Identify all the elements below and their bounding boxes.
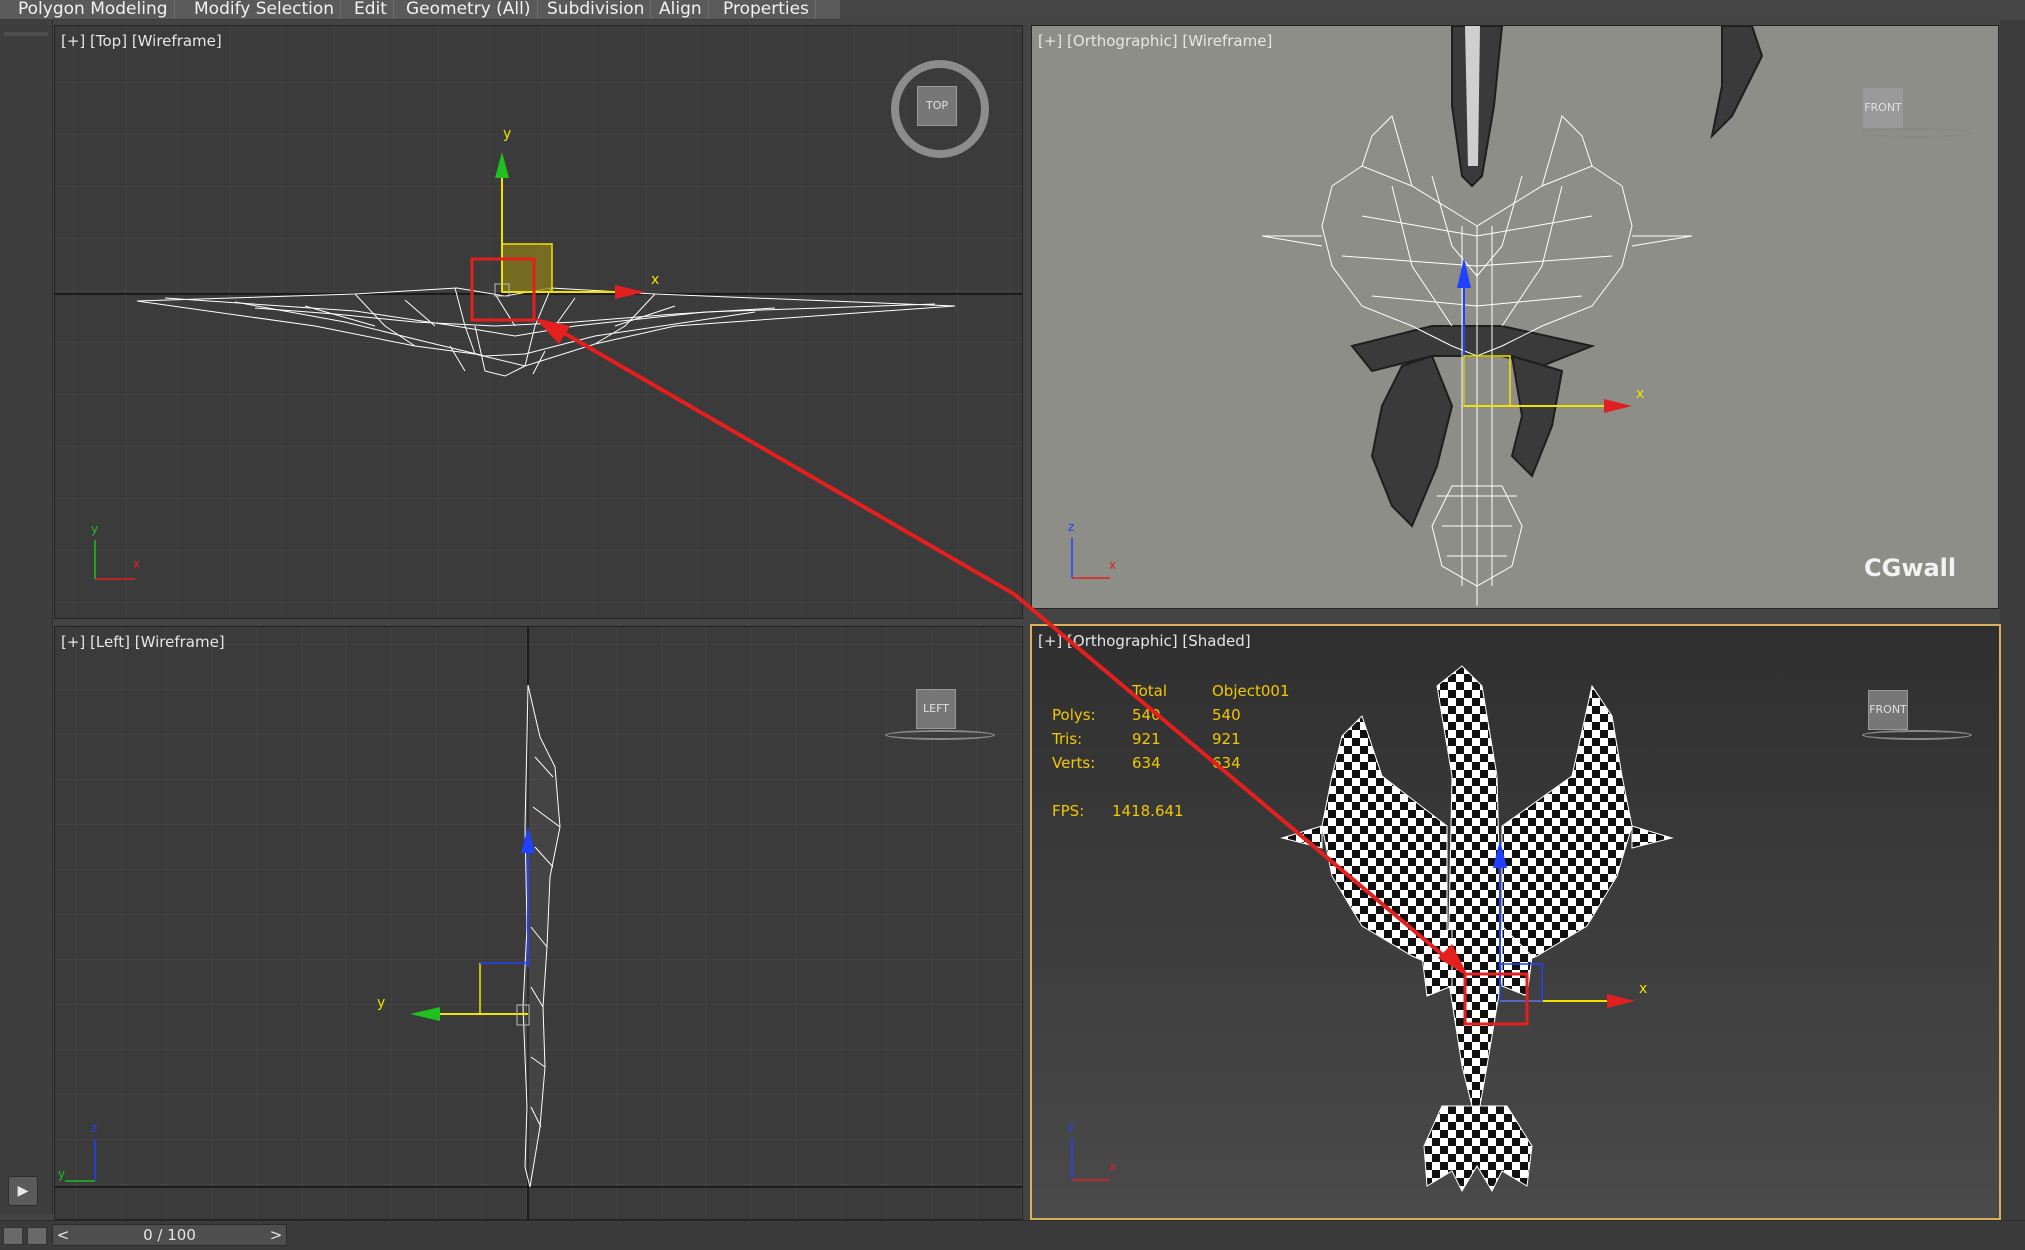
top-viewport-grid: y x [55, 26, 1022, 618]
tab-geometry-all[interactable]: Geometry (All) [400, 0, 538, 19]
stats-header-object: Object001 [1212, 682, 1290, 700]
left-viewcube-ring[interactable] [885, 730, 995, 740]
viewport-left-label[interactable]: [+] [Left] [Wireframe] [61, 633, 225, 651]
tab-edit[interactable]: Edit [348, 0, 394, 19]
svg-text:x: x [1639, 981, 1647, 997]
top-gizmo-y-label: y [503, 126, 511, 142]
stats-tris-object: 921 [1212, 730, 1241, 748]
toolbar-grip[interactable] [4, 32, 48, 36]
front-tripod-z: z [1068, 520, 1075, 534]
front-reference-image [1350, 26, 1764, 528]
front-viewcube[interactable]: FRONT [1863, 88, 1903, 128]
shaded-tripod-z: z [1068, 1120, 1075, 1134]
front-wireframe-mesh [1261, 115, 1693, 606]
stats-polys-object: 540 [1212, 706, 1241, 724]
time-frame-value[interactable]: 0 / 100 [73, 1225, 266, 1245]
stats-verts-total: 634 [1132, 754, 1161, 772]
viewport-front[interactable]: x [+] [Orthographic] [Wireframe] FRONT z… [1031, 25, 1999, 609]
viewport-front-label[interactable]: [+] [Orthographic] [Wireframe] [1038, 32, 1272, 50]
statistics-panel: Total Object001 Polys: 540 540 Tris: 921… [1052, 682, 1312, 820]
top-viewcube[interactable]: TOP [917, 86, 957, 126]
left-viewcube[interactable]: LEFT [916, 689, 956, 729]
stats-tris-label: Tris: [1052, 730, 1083, 748]
shaded-viewcube-ring[interactable] [1862, 730, 1972, 740]
time-prev-button[interactable]: < [53, 1225, 73, 1245]
left-tripod-y: y [58, 1167, 66, 1181]
viewport-left[interactable]: y [+] [Left] [Wireframe] LEFT z y [54, 626, 1023, 1220]
viewport-top-label[interactable]: [+] [Top] [Wireframe] [61, 32, 222, 50]
time-next-button[interactable]: > [266, 1225, 286, 1245]
play-icon[interactable]: ▶ [8, 1176, 38, 1206]
layout-icons[interactable] [3, 1227, 51, 1249]
watermark-logo: CGwall [1864, 554, 1957, 582]
tab-subdivision[interactable]: Subdivision [541, 0, 652, 19]
left-tripod-z: z [91, 1121, 98, 1135]
front-viewcube-ring[interactable] [1862, 128, 1972, 138]
ribbon-empty-area [840, 0, 2025, 20]
svg-text:x: x [1636, 386, 1644, 402]
left-toolbar [0, 20, 53, 1214]
stats-fps-value: 1418.641 [1112, 802, 1184, 820]
stats-verts-object: 634 [1212, 754, 1241, 772]
front-viewport-scene: x [1071, 26, 1764, 606]
viewport-top[interactable]: y x [+] [Top] [Wireframe] TOP y x [54, 25, 1023, 619]
ribbon-menu: Polygon Modeling Modify Selection Edit G… [0, 0, 840, 20]
tab-align[interactable]: Align [653, 0, 709, 19]
top-tripod-x: x [133, 557, 141, 571]
timeline-bar: < 0 / 100 > [0, 1220, 2025, 1250]
stats-fps-label: FPS: [1052, 802, 1085, 820]
stats-tris-total: 921 [1132, 730, 1161, 748]
top-gizmo-x-label: x [651, 272, 659, 288]
shaded-viewcube[interactable]: FRONT [1868, 690, 1908, 730]
tab-polygon-modeling[interactable]: Polygon Modeling [12, 0, 175, 19]
front-tripod-x: x [1109, 558, 1117, 572]
time-slider[interactable]: < 0 / 100 > [52, 1224, 287, 1246]
stats-verts-label: Verts: [1052, 754, 1096, 772]
viewport-shaded-label[interactable]: [+] [Orthographic] [Shaded] [1038, 632, 1251, 650]
stats-header-total: Total [1132, 682, 1168, 700]
stats-polys-label: Polys: [1052, 706, 1096, 724]
top-tripod-y: y [91, 522, 99, 536]
tab-modify-selection[interactable]: Modify Selection [188, 0, 342, 19]
stats-polys-total: 540 [1132, 706, 1161, 724]
viewport-shaded[interactable]: x [+] [Orthographic] [Shaded] FRONT Tota… [1030, 624, 2001, 1220]
shaded-checker-mesh [1280, 665, 1674, 1193]
command-panel-edge [2000, 20, 2025, 1220]
shaded-tripod-x: x [1109, 1160, 1117, 1174]
tab-properties[interactable]: Properties [717, 0, 816, 19]
left-viewport-grid: y [55, 627, 1022, 1219]
svg-text:y: y [377, 995, 385, 1011]
